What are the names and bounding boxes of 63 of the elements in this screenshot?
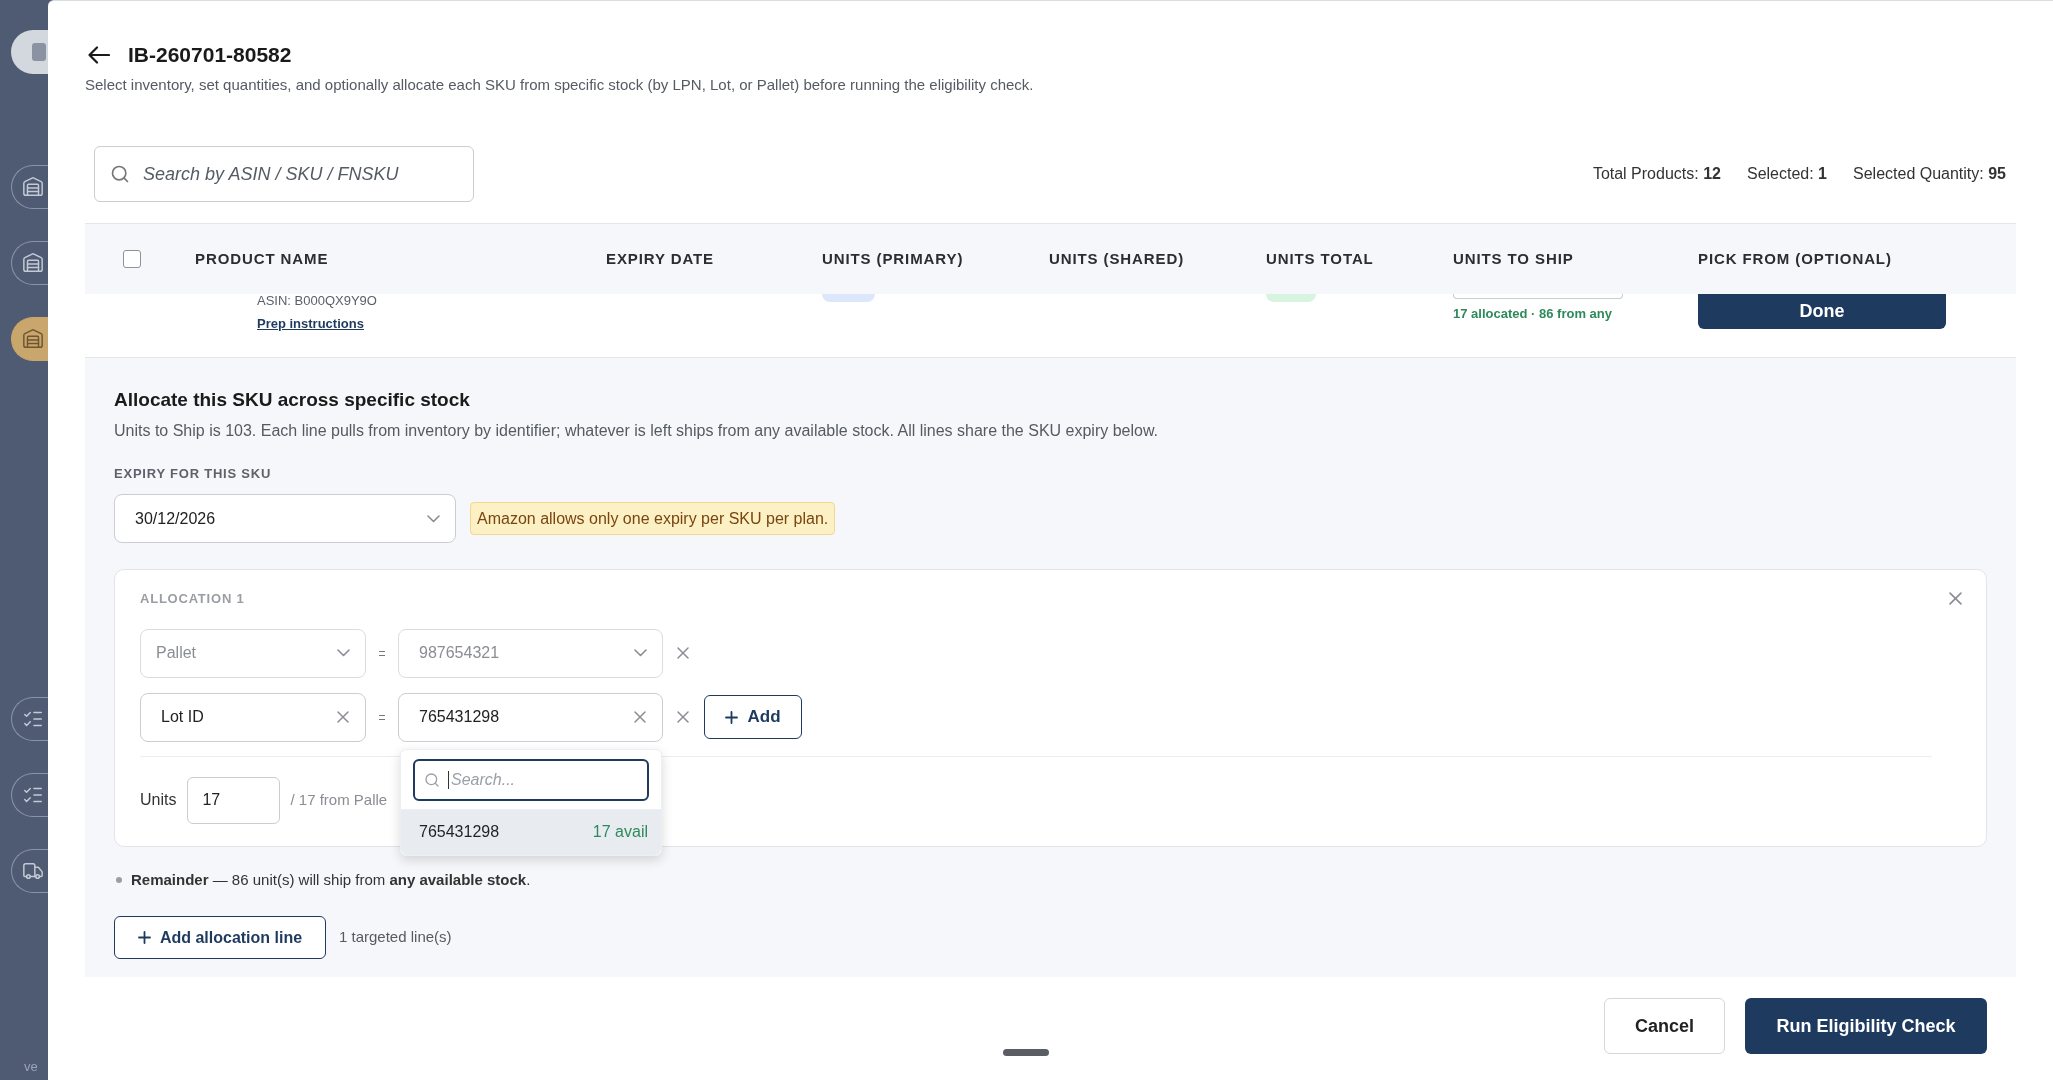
summary-stat: Total Products: 12 (1592, 164, 1721, 184)
equals-icon (379, 714, 385, 720)
equals-icon (379, 650, 385, 656)
chevron-down-icon (427, 514, 440, 523)
column-header: PICK FROM (OPTIONAL) (1698, 248, 1892, 269)
expiry-label: EXPIRY FOR THIS SKU (114, 466, 273, 482)
drag-handle[interactable] (1003, 1049, 1049, 1056)
search-icon (110, 164, 130, 184)
warehouse-icon (22, 328, 44, 350)
line-count: 1 targeted line(s) (339, 927, 452, 948)
units-label: Units (140, 790, 177, 810)
run-eligibility-check-button[interactable]: Run Eligibility Check (1745, 998, 1987, 1054)
allocation-title: ALLOCATION 1 (140, 590, 245, 608)
add-allocation-line-button[interactable]: Add allocation line (114, 916, 326, 959)
column-header: UNITS TO SHIP (1453, 248, 1574, 269)
back-arrow-icon[interactable] (88, 45, 110, 64)
search-icon (424, 771, 440, 788)
truck-icon (22, 860, 44, 882)
field-select[interactable]: Lot ID (140, 692, 366, 742)
add-button[interactable]: Add (704, 695, 802, 739)
prep-instructions-link[interactable]: Prep instructions (257, 316, 364, 331)
checkbox[interactable] (123, 250, 141, 268)
cancel-button[interactable]: Cancel (1604, 998, 1725, 1054)
units-pill (1266, 294, 1316, 302)
page-title: IB-260701-80582 (128, 42, 292, 68)
close-icon[interactable] (1949, 592, 1962, 606)
column-header: UNITS (SHARED) (1049, 248, 1185, 269)
units-input[interactable]: 17 (187, 776, 281, 824)
expiry-notice: Amazon allows only one expiry per SKU per plan. (470, 502, 836, 535)
done-button[interactable]: Done (1698, 294, 1946, 329)
column-header: UNITS TOTAL (1266, 248, 1374, 269)
column-header: EXPIRY DATE (606, 248, 714, 269)
panel-description: Units to Ship is 103. Each line pulls from inventory by identifier; whatever is left ships from any available stock. All lines share the SKU expiry below. (114, 421, 1160, 441)
page-subtitle: Select inventory, set quantities, and optionally allocate each SKU from specific stock (by LPN, Lot, or Pallet) before running the eligibility check. (85, 74, 1035, 95)
text-cursor-icon (448, 770, 449, 789)
bullet-icon (116, 876, 122, 883)
sidebar-item[interactable] (11, 317, 48, 361)
plus-icon (137, 931, 151, 944)
date-select[interactable]: 30/12/2026 (114, 494, 456, 543)
sidebar-footer-text: ve (24, 1057, 39, 1076)
column-header: UNITS (PRIMARY) (822, 248, 964, 269)
warehouse-icon (22, 252, 44, 274)
remainder-text: Remainder — 86 unit(s) will ship from any available stock. (131, 869, 531, 890)
warehouse-icon (22, 176, 44, 198)
summary-stat: Selected Quantity: 95 (1853, 164, 2006, 184)
summary-stat: Selected: 1 (1746, 164, 1827, 184)
value-select[interactable]: 765431298 (398, 692, 663, 742)
quantity-input[interactable] (1453, 294, 1623, 299)
close-icon[interactable] (677, 711, 689, 723)
chevron-down-icon (634, 649, 647, 657)
column-header: PRODUCT NAME (195, 248, 329, 269)
panel-title: Allocate this SKU across specific stock (114, 388, 471, 412)
allocation-note: 17 allocated · 86 from any (1453, 305, 1612, 323)
asin-text: ASIN: B000QX9Y9O (257, 294, 377, 308)
units-pill (822, 294, 875, 302)
clear-icon[interactable] (634, 711, 646, 723)
chevron-down-icon (337, 649, 350, 657)
close-icon[interactable] (677, 647, 689, 659)
plus-icon (725, 710, 739, 724)
clear-icon[interactable] (337, 711, 349, 723)
dropdown-option[interactable]: 765431298 17 avail (401, 809, 661, 855)
units-note: / 17 from Palle (290, 789, 388, 810)
search-input[interactable]: Search... (413, 758, 649, 801)
